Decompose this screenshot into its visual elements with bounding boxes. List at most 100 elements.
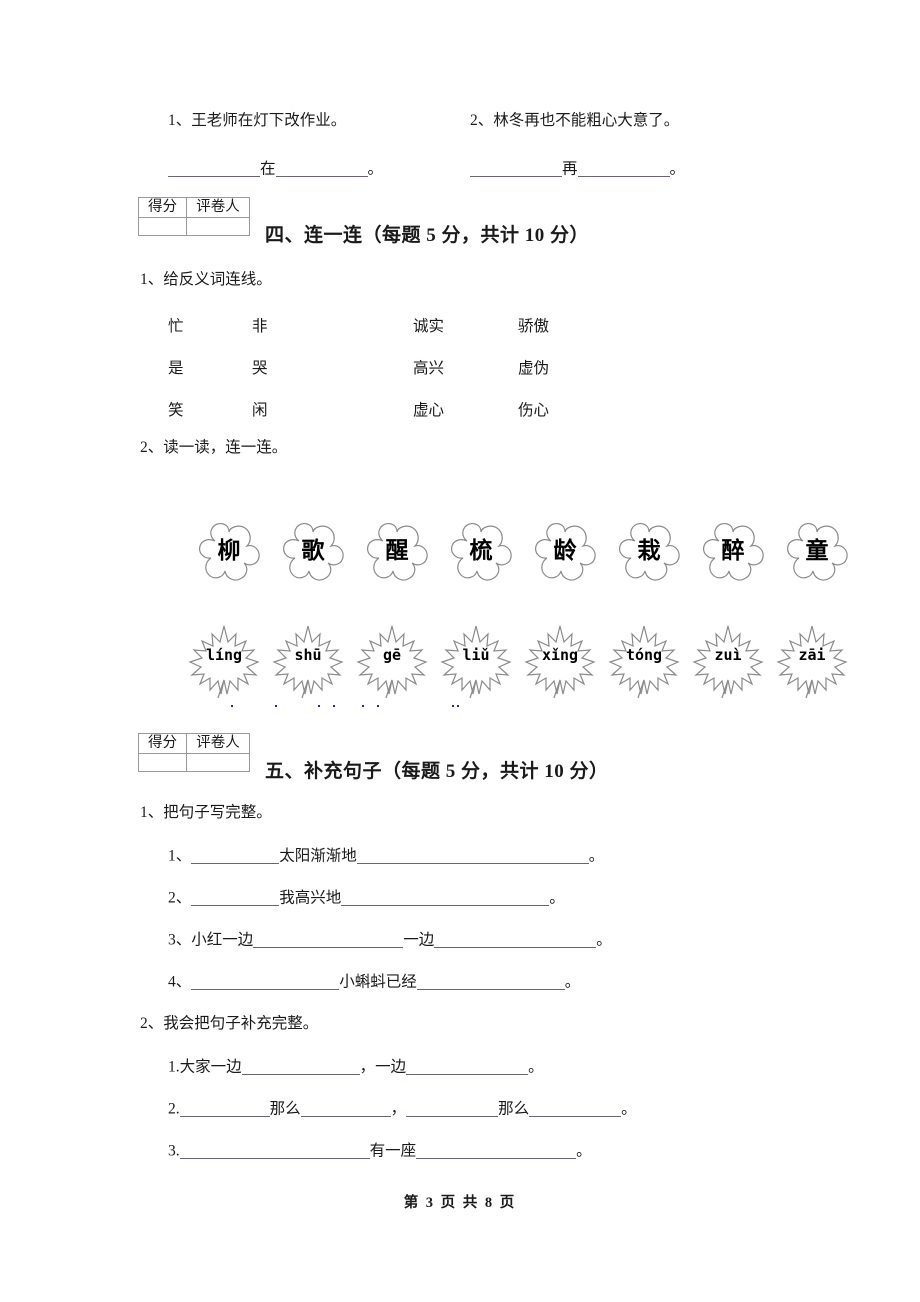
item-end: 。 [621,1100,637,1118]
grader-entry-cell[interactable] [186,217,250,236]
leaf-pinyin: zāi [798,646,826,664]
score-box-entry-row [138,753,250,772]
score-box-header-row: 得分 评卷人 [138,733,250,754]
flower-character-bubble[interactable]: 梳 [439,512,523,604]
leaf-pinyin: líng [205,646,243,664]
item-end: 。 [588,847,605,865]
antonym-r1-c3[interactable]: 诚实 [413,314,444,336]
antonym-r2-c3[interactable]: 高兴 [413,356,444,378]
item-mid-text-1: 那么 [269,1100,301,1118]
score-label: 得分 [138,197,187,218]
sentence-blank[interactable] [253,931,404,948]
leaf-pinyin-bubble[interactable]: tóng [602,614,686,706]
item-end: 。 [576,1142,592,1160]
sentence-blank[interactable] [416,1142,577,1159]
sentence-blank[interactable] [191,847,280,864]
antonym-r2-c2[interactable]: 哭 [252,356,268,378]
answer-blank[interactable] [470,160,562,177]
section-five-sub1-item-3: 3、小红一边 一边 。 [168,931,612,948]
answer-blank[interactable] [275,160,368,177]
leaf-pinyin-bubble[interactable]: líng [182,614,266,706]
antonym-r2-c4[interactable]: 虚伪 [518,356,549,378]
sentence-blank[interactable] [179,1100,270,1117]
antonym-r3-c4[interactable]: 伤心 [518,398,549,420]
item-mid-text: 太阳渐渐地 [279,847,357,865]
sentence-blank[interactable] [434,931,597,948]
sentence-blank[interactable] [416,973,565,990]
sentence-blank[interactable] [341,889,550,906]
sentence-blank[interactable] [191,889,280,906]
sentence-blank[interactable] [406,1100,499,1117]
item-end: 。 [596,931,612,949]
item-lead-text: 大家一边 [179,1058,242,1076]
leaf-pinyin: zuì [714,646,742,664]
sentence-blank[interactable] [300,1100,391,1117]
leaf-pinyin-bubble[interactable]: liǔ [434,614,518,706]
flower-character-row: 柳 歌 醒梳 龄 栽 醉 童 [0,512,920,608]
top-sentence-1-num: 1、 [168,112,192,129]
section-five-sub2-item-2: 2. 那么 ， 那么 。 [168,1100,637,1117]
grader-entry-cell[interactable] [186,753,250,772]
score-box-entry-row [138,217,250,236]
leaf-pinyin: xǐng [541,646,579,664]
antonym-r3-c2[interactable]: 闲 [252,398,268,420]
grader-label: 评卷人 [186,197,250,218]
leaf-pinyin-bubble[interactable]: xǐng [518,614,602,706]
antonym-r3-c3[interactable]: 虚心 [413,398,444,420]
grader-label: 评卷人 [186,733,250,754]
flower-character-bubble[interactable]: 醉 [691,512,775,604]
sentence-blank[interactable] [241,1058,360,1075]
leaf-pinyin-bubble[interactable]: gē [350,614,434,706]
answer-keyword-2: 再 [562,160,578,178]
flower-character: 歌 [301,538,325,564]
score-box-section-five: 得分 评卷人 [138,733,250,772]
sentence-blank[interactable] [529,1100,622,1117]
answer-period-1: 。 [367,160,384,178]
answer-period-2: 。 [669,160,686,178]
ink-dot [275,705,277,707]
section-five-sub2-item-1: 1.大家一边 ，一边 。 [168,1058,544,1075]
ink-dot [362,705,364,707]
score-entry-cell[interactable] [138,217,187,236]
antonym-r1-c2[interactable]: 非 [252,314,268,336]
answer-blank[interactable] [168,160,260,177]
flower-character: 龄 [553,538,577,564]
flower-character-bubble[interactable]: 柳 [187,512,271,604]
sentence-blank[interactable] [406,1058,529,1075]
item-num: 4、 [168,973,192,991]
leaf-pinyin-bubble[interactable]: shū [266,614,350,706]
sentence-blank[interactable] [191,973,340,990]
flower-character-bubble[interactable]: 童 [775,512,859,604]
leaf-pinyin-row: líng shū gē liǔ xǐng tóng zuì zāi [0,614,920,710]
sentence-blank[interactable] [179,1142,370,1159]
flower-character-bubble[interactable]: 栽 [607,512,691,604]
section-four-sub2-label: 2、读一读，连一连。 [140,439,288,456]
antonym-r2-c1[interactable]: 是 [168,356,184,378]
section-five-sub1-label: 1、把句子写完整。 [140,804,272,821]
top-answer-line-2: 再。 [470,160,685,177]
antonym-r1-c1[interactable]: 忙 [168,314,184,336]
top-sentence-1-text: 王老师在灯下改作业。 [191,112,347,129]
flower-character: 醉 [721,538,745,564]
ink-dot [377,705,379,707]
score-entry-cell[interactable] [138,753,187,772]
item-num: 3. [168,1142,180,1160]
antonym-r3-c1[interactable]: 笑 [168,398,184,420]
flower-character-bubble[interactable]: 歌 [271,512,355,604]
item-lead-text: 小红一边 [191,931,254,949]
top-sentence-1: 1、王老师在灯下改作业。 [168,113,346,129]
exam-page: 1、王老师在灯下改作业。 2、林冬再也不能粗心大意了。 在。 再。 得分 评卷人… [0,0,920,1302]
leaf-pinyin-bubble[interactable]: zuì [686,614,770,706]
answer-blank[interactable] [577,160,670,177]
antonym-r1-c4[interactable]: 骄傲 [518,314,549,336]
sentence-blank[interactable] [356,847,589,864]
top-sentence-2-num: 2、 [470,112,494,129]
flower-character-bubble[interactable]: 龄 [523,512,607,604]
section-five-sub1-item-2: 2、 我高兴地 。 [168,889,565,906]
leaf-pinyin: tóng [625,646,663,664]
top-sentence-2: 2、林冬再也不能粗心大意了。 [470,113,679,129]
leaf-pinyin-bubble[interactable]: zāi [770,614,854,706]
item-end: 。 [564,973,581,991]
leaf-pinyin: shū [294,646,322,664]
flower-character-bubble[interactable]: 醒 [355,512,439,604]
